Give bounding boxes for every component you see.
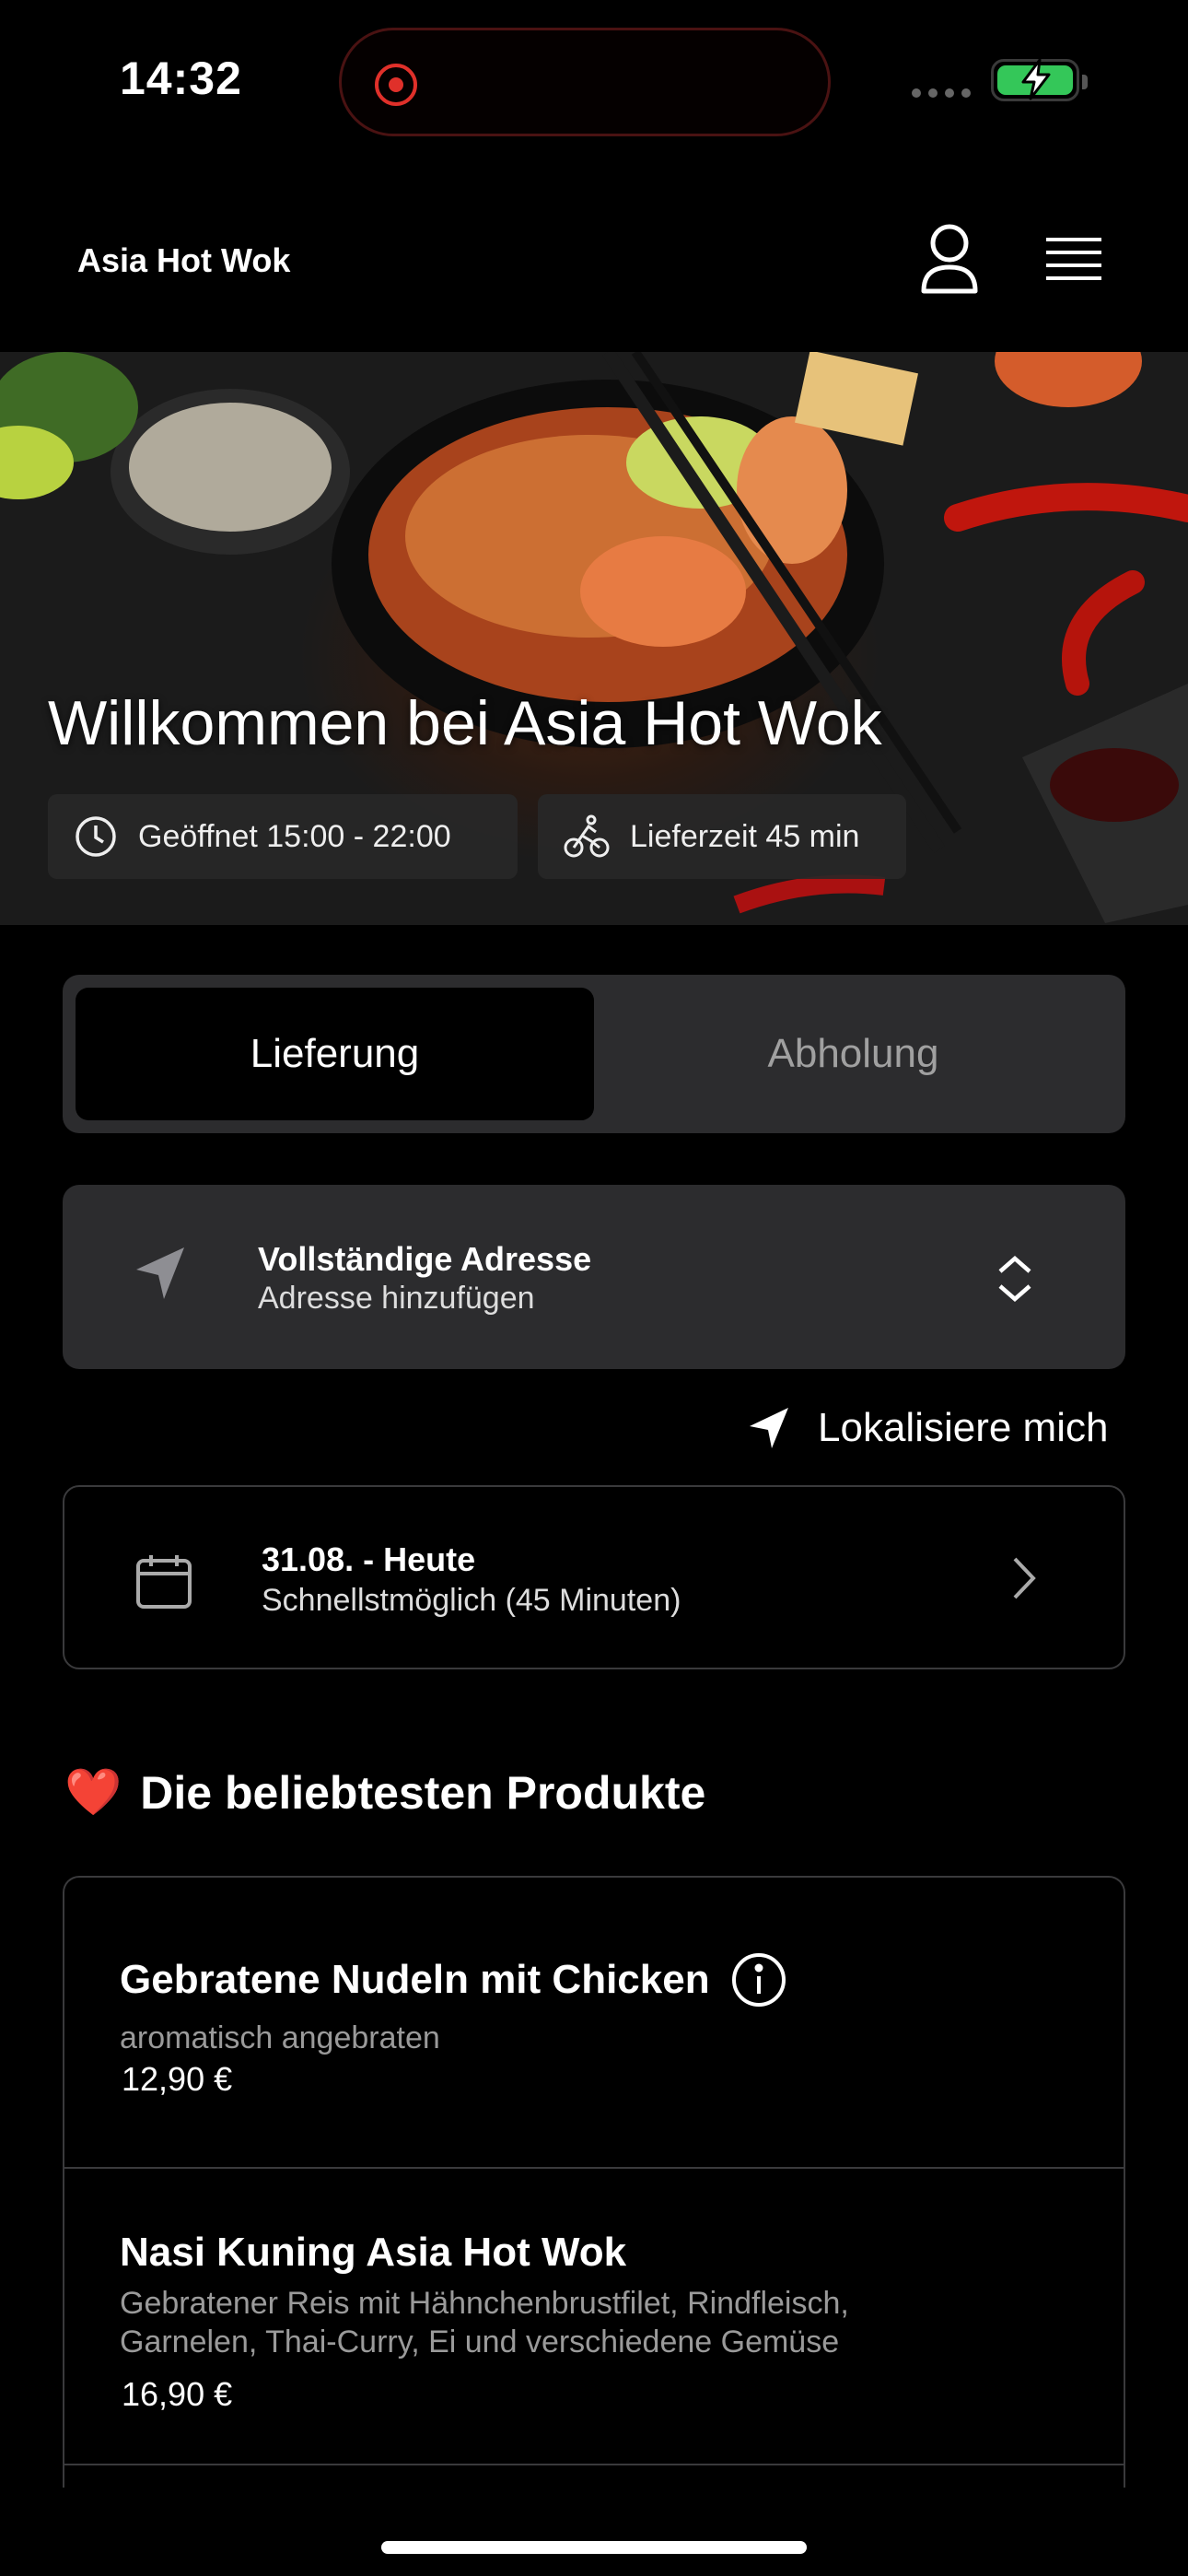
location-arrow-icon xyxy=(136,1247,184,1299)
product-item[interactable]: Gebratene Nudeln mit Chicken aromatisch … xyxy=(64,1878,1124,2169)
product-name: Nasi Kuning Asia Hot Wok xyxy=(120,2230,627,2275)
dynamic-island[interactable] xyxy=(339,28,831,136)
signal-icon xyxy=(912,88,971,98)
recording-icon xyxy=(375,64,417,106)
product-list: Gebratene Nudeln mit Chicken aromatisch … xyxy=(63,1876,1125,2488)
delivery-time-badge: Lieferzeit 45 min xyxy=(538,794,906,879)
home-indicator[interactable] xyxy=(381,2541,807,2554)
product-description-line-2: Garnelen, Thai-Curry, Ei und verschieden… xyxy=(120,2324,840,2359)
schedule-subtitle: Schnellstmöglich (45 Minuten) xyxy=(262,1583,681,1618)
schedule-date: 31.08. - Heute xyxy=(262,1540,476,1578)
bicycle-icon xyxy=(564,814,610,858)
delivery-time-text: Lieferzeit 45 min xyxy=(630,818,860,854)
product-description-line-1: Gebratener Reis mit Hähnchenbrustfilet, … xyxy=(120,2286,849,2321)
product-item[interactable]: Nasi Kuning Asia Hot Wok Gebratener Reis… xyxy=(64,2169,1124,2465)
delivery-time-selector[interactable]: 31.08. - Heute Schnellstmöglich (45 Minu… xyxy=(63,1485,1125,1669)
product-name: Gebratene Nudeln mit Chicken xyxy=(120,1957,710,2002)
opening-hours-badge: Geöffnet 15:00 - 22:00 xyxy=(48,794,518,879)
tab-abholung[interactable]: Abholung xyxy=(594,988,1112,1120)
opening-hours-text: Geöffnet 15:00 - 22:00 xyxy=(138,818,451,854)
product-price: 12,90 € xyxy=(122,2060,233,2098)
locate-me-button[interactable]: Lokalisiere mich xyxy=(748,1400,1108,1456)
order-mode-tabs: Lieferung Abholung xyxy=(63,975,1125,1133)
popular-products-heading: ❤️ Die beliebtesten Produkte xyxy=(64,1765,705,1820)
address-selector[interactable]: Vollständige Adresse Adresse hinzufügen xyxy=(63,1185,1125,1369)
battery-icon xyxy=(991,58,1088,101)
app-header: Asia Hot Wok xyxy=(0,184,1188,350)
status-time: 14:32 xyxy=(120,53,242,104)
clock-icon xyxy=(76,816,116,857)
address-title: Vollständige Adresse xyxy=(258,1240,592,1278)
heart-icon: ❤️ xyxy=(64,1766,122,1818)
chevron-right-icon xyxy=(1013,1557,1036,1599)
chevron-up-down-icon xyxy=(998,1256,1031,1302)
hero-title: Willkommen bei Asia Hot Wok xyxy=(48,688,882,758)
section-title: Die beliebtesten Produkte xyxy=(140,1766,706,1819)
location-arrow-icon xyxy=(750,1408,788,1448)
user-icon[interactable] xyxy=(917,221,982,299)
hamburger-menu-icon[interactable] xyxy=(1041,227,1107,293)
address-subtitle: Adresse hinzufügen xyxy=(258,1281,535,1316)
tab-lieferung[interactable]: Lieferung xyxy=(76,988,594,1120)
brand-name[interactable]: Asia Hot Wok xyxy=(77,241,290,280)
product-price: 16,90 € xyxy=(122,2375,233,2413)
product-description: aromatisch angebraten xyxy=(120,2020,440,2055)
locate-me-label: Lokalisiere mich xyxy=(818,1405,1109,1450)
info-icon[interactable] xyxy=(730,1951,787,2008)
hero-banner: Willkommen bei Asia Hot Wok Geöffnet 15:… xyxy=(0,352,1188,925)
status-bar: 14:32 xyxy=(0,0,1188,166)
calendar-icon xyxy=(136,1555,192,1609)
